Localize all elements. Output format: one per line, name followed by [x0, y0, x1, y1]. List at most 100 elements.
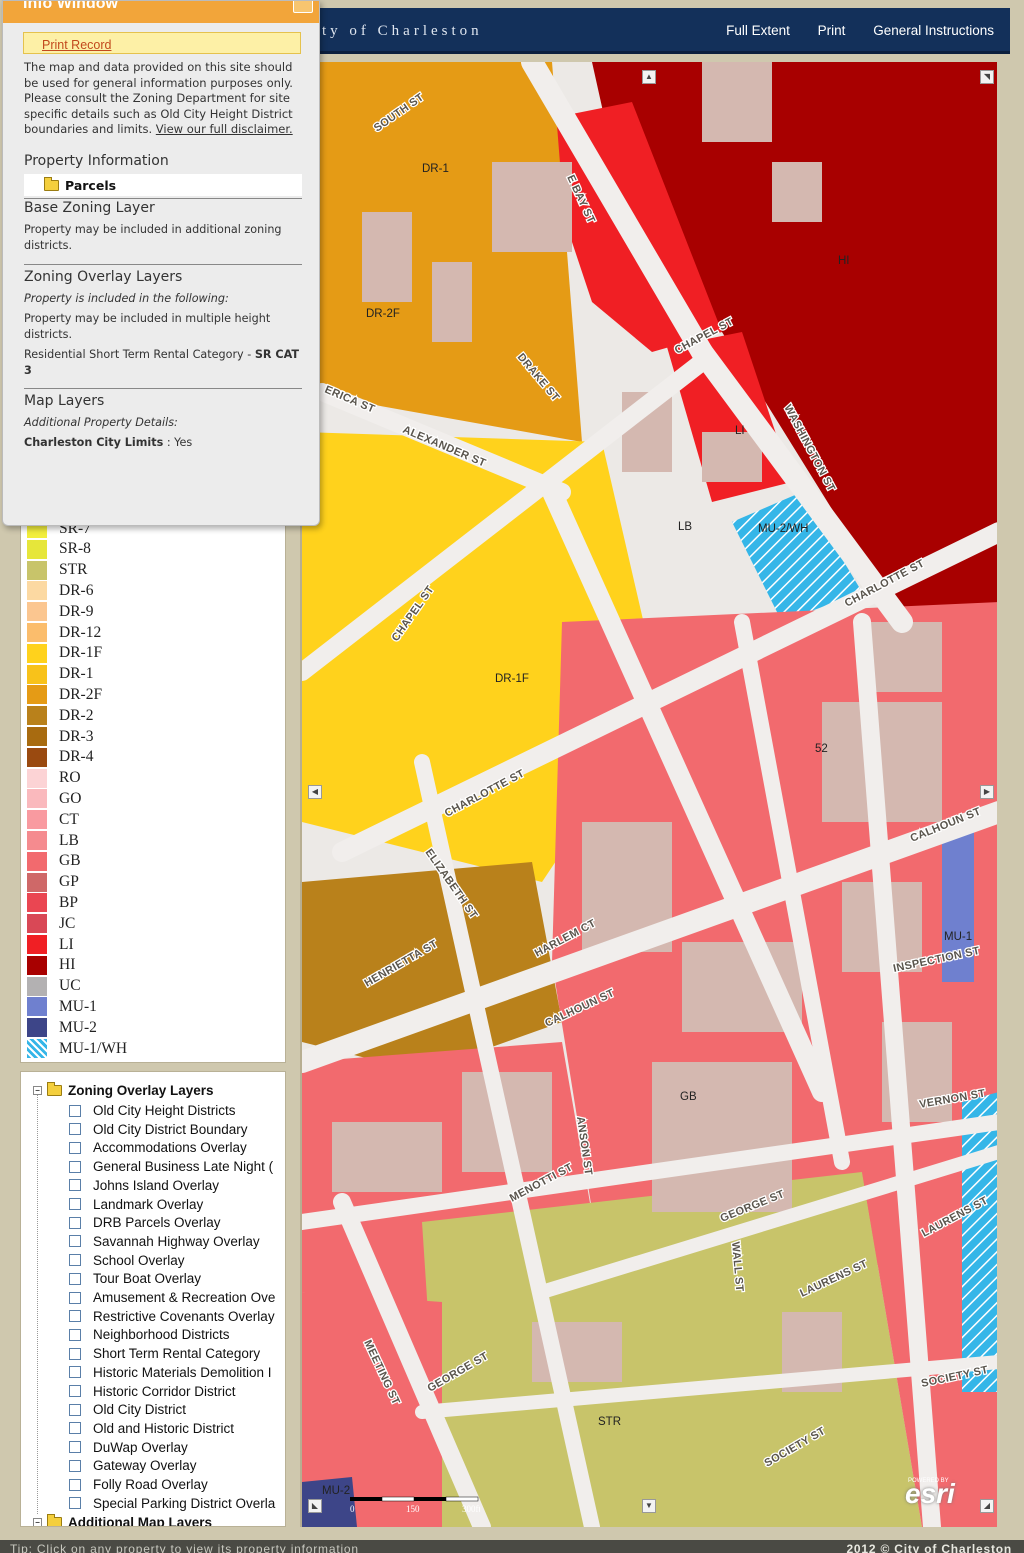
layer-checkbox[interactable]: [69, 1141, 81, 1154]
overlay-layer-item[interactable]: DRB Parcels Overlay: [69, 1215, 221, 1230]
legend-swatch: [27, 872, 47, 892]
additional-map-layers-group[interactable]: − Additional Map Layers: [33, 1514, 212, 1526]
parcels-label: Parcels: [65, 177, 117, 193]
overlay-layer-item[interactable]: Short Term Rental Category: [69, 1346, 260, 1361]
layer-checkbox[interactable]: [69, 1441, 81, 1454]
info-window-titlebar[interactable]: Info Window: [3, 0, 319, 23]
legend-label: DR-2: [59, 706, 94, 724]
full-extent-link[interactable]: Full Extent: [726, 23, 790, 38]
footer-copyright: 2012 © City of Charleston: [846, 1542, 1012, 1553]
expand-icon[interactable]: ◥: [980, 70, 994, 84]
map-canvas[interactable]: SOUTH ST E BAY ST DRAKE ST CHAPEL ST WAS…: [302, 62, 997, 1527]
legend-label: LI: [59, 935, 74, 953]
zone-label: STR: [598, 1416, 621, 1428]
zone-label: MU-2/WH: [758, 523, 808, 535]
legend-item: DR-6: [27, 580, 93, 601]
print-record-link[interactable]: Print Record: [23, 32, 301, 54]
layer-checkbox[interactable]: [69, 1459, 81, 1472]
layer-checkbox[interactable]: [69, 1216, 81, 1229]
layer-checkbox[interactable]: [69, 1385, 81, 1397]
legend-label: DR-1: [59, 665, 94, 683]
layer-checkbox[interactable]: [69, 1235, 81, 1248]
legend-item: STR: [27, 560, 87, 581]
zoning-map[interactable]: SOUTH ST E BAY ST DRAKE ST CHAPEL ST WAS…: [300, 62, 997, 1527]
pan-left-icon[interactable]: ◀: [308, 785, 322, 799]
layer-checkbox[interactable]: [69, 1272, 81, 1285]
city-limits-row: Charleston City Limits : Yes: [24, 435, 300, 451]
layer-checkbox[interactable]: [69, 1403, 81, 1416]
overlay-layer-item[interactable]: Gateway Overlay: [69, 1458, 197, 1473]
zone-mu1wh-east[interactable]: [962, 1092, 997, 1392]
overlay-layer-item[interactable]: School Overlay: [69, 1253, 185, 1268]
layer-checkbox[interactable]: [69, 1123, 81, 1136]
legend-swatch: [27, 623, 47, 642]
map-layers-heading: Map Layers: [24, 393, 105, 409]
overlay-layer-item[interactable]: Amusement & Recreation Ove: [69, 1290, 275, 1305]
overlay-layer-item[interactable]: Accommodations Overlay: [69, 1140, 247, 1155]
overlay-layer-item[interactable]: Landmark Overlay: [69, 1197, 203, 1212]
overlay-layer-item[interactable]: Restrictive Covenants Overlay: [69, 1309, 275, 1324]
legend-swatch: [27, 727, 47, 746]
general-instructions-link[interactable]: General Instructions: [873, 23, 994, 38]
esri-logo[interactable]: esri: [905, 1478, 955, 1510]
print-link[interactable]: Print: [818, 23, 846, 38]
overlay-layer-item[interactable]: Special Parking District Overla: [69, 1496, 275, 1511]
overlay-layer-item[interactable]: Historic Corridor District: [69, 1384, 236, 1399]
legend-item: GP: [27, 872, 79, 893]
pan-down-icon[interactable]: ▼: [642, 1499, 656, 1513]
overlay-layer-item[interactable]: DuWap Overlay: [69, 1440, 188, 1455]
layer-label: Amusement & Recreation Ove: [93, 1290, 276, 1305]
legend-swatch: [27, 560, 47, 580]
layer-checkbox[interactable]: [69, 1328, 81, 1341]
legend-label: DR-4: [59, 748, 94, 766]
pan-up-icon[interactable]: ▲: [642, 70, 656, 84]
group-label: Zoning Overlay Layers: [68, 1083, 214, 1098]
zone-str[interactable]: [422, 1172, 922, 1527]
layer-label: Neighborhood Districts: [93, 1327, 230, 1343]
overlay-layer-item[interactable]: Tour Boat Overlay: [69, 1271, 201, 1286]
collapse-icon[interactable]: −: [33, 1518, 42, 1526]
zoning-overlay-group[interactable]: − Zoning Overlay Layers: [33, 1082, 214, 1098]
legend-label: GP: [59, 873, 79, 891]
overlay-layer-item[interactable]: Old City District: [69, 1402, 186, 1417]
parcels-node[interactable]: Parcels: [24, 174, 302, 196]
layer-checkbox[interactable]: [69, 1160, 81, 1173]
pan-right-icon[interactable]: ▶: [980, 785, 994, 799]
zone-label: 52: [815, 743, 828, 755]
overlay-layer-item[interactable]: Neighborhood Districts: [69, 1327, 230, 1342]
layer-checkbox[interactable]: [69, 1198, 81, 1210]
layer-checkbox[interactable]: [69, 1254, 81, 1267]
overlay-layer-item[interactable]: Old City District Boundary: [69, 1122, 248, 1137]
overlay-layer-item[interactable]: Old City Height Districts: [69, 1103, 236, 1118]
info-window-title: Info Window: [23, 0, 118, 12]
legend-label: MU-2: [59, 1018, 97, 1036]
overlay-layer-item[interactable]: General Business Late Night (: [69, 1159, 273, 1174]
overlay-layer-item[interactable]: Johns Island Overlay: [69, 1178, 219, 1193]
overlay-layer-item[interactable]: Old and Historic District: [69, 1421, 234, 1436]
layer-checkbox[interactable]: [69, 1478, 81, 1491]
legend-label: UC: [59, 977, 81, 995]
legend-swatch: [27, 539, 47, 559]
layer-checkbox[interactable]: [69, 1104, 81, 1117]
overlay-layer-item[interactable]: Folly Road Overlay: [69, 1477, 208, 1492]
collapse-icon[interactable]: −: [33, 1086, 42, 1095]
layer-checkbox[interactable]: [69, 1347, 81, 1360]
overlay-layer-item[interactable]: Historic Materials Demolition I: [69, 1365, 272, 1380]
layer-checkbox[interactable]: [69, 1310, 81, 1323]
legend-item: HI: [27, 955, 75, 976]
legend-label: LB: [59, 831, 79, 849]
legend-swatch: [27, 810, 47, 830]
layer-checkbox[interactable]: [69, 1366, 81, 1379]
overlay-layer-item[interactable]: Savannah Highway Overlay: [69, 1234, 260, 1249]
corner-sw-icon[interactable]: ◣: [308, 1499, 322, 1513]
layer-checkbox[interactable]: [69, 1291, 81, 1304]
resize-icon[interactable]: ◢: [980, 1499, 994, 1513]
legend-item: MU-2: [27, 1017, 97, 1038]
layer-checkbox[interactable]: [69, 1422, 81, 1435]
layer-label: Special Parking District Overla: [93, 1495, 276, 1511]
scale-bar: 0 150 300ft: [350, 1495, 481, 1515]
close-icon[interactable]: [293, 1, 313, 13]
layer-checkbox[interactable]: [69, 1497, 81, 1510]
disclaimer-link[interactable]: View our full disclaimer.: [156, 122, 293, 136]
layer-checkbox[interactable]: [69, 1179, 81, 1192]
